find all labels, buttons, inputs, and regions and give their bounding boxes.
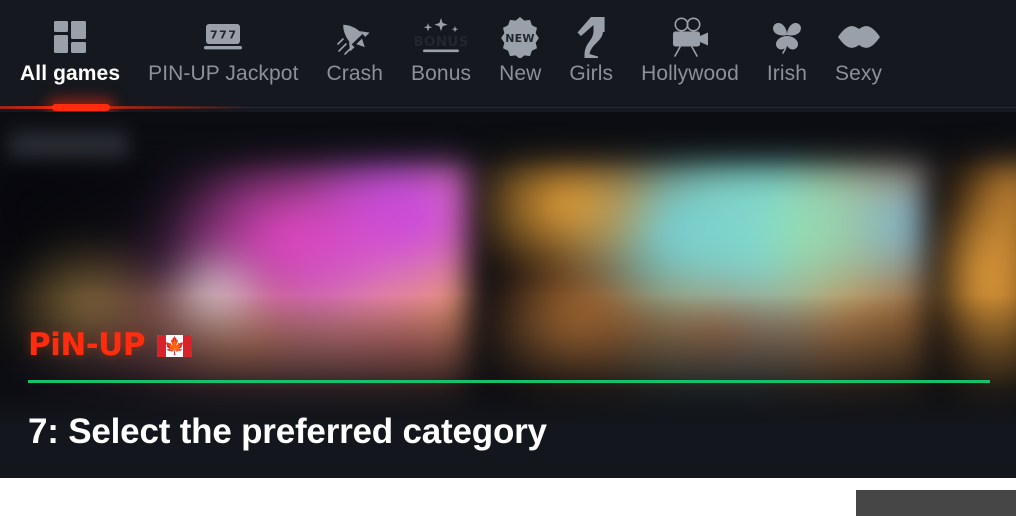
- nav-item-crash[interactable]: Crash: [313, 0, 398, 86]
- clover-icon: [767, 14, 807, 60]
- category-chip-blurred[interactable]: [10, 130, 128, 162]
- slot-777-icon: 7 7 7: [202, 14, 244, 60]
- nav-item-label: Bonus: [411, 62, 472, 85]
- active-tab-indicator: [52, 104, 110, 111]
- casino-app-window: All games 7 7 7 PIN-UP Jackpot Crash BON…: [0, 0, 1016, 478]
- nav-item-label: New: [499, 62, 542, 85]
- nav-item-all-games[interactable]: All games: [6, 0, 134, 86]
- brand-logo-row: PiN-UP 🍁: [28, 327, 193, 363]
- nav-item-label: Crash: [326, 62, 384, 85]
- svg-text:NEW: NEW: [506, 32, 535, 45]
- nav-item-label: Hollywood: [641, 62, 739, 85]
- nav-item-irish[interactable]: Irish: [753, 0, 821, 86]
- screenshot-root: All games 7 7 7 PIN-UP Jackpot Crash BON…: [0, 0, 1016, 530]
- step-caption: 7: Select the preferred category: [28, 412, 547, 451]
- nav-item-new[interactable]: NEW New: [485, 0, 555, 86]
- nav-item-sexy[interactable]: Sexy: [821, 0, 896, 86]
- banner-card-2-art: [484, 164, 932, 409]
- nav-item-label: PIN-UP Jackpot: [148, 62, 299, 85]
- movie-camera-icon: [668, 14, 712, 60]
- high-heel-leg-icon: [573, 14, 609, 60]
- banner-card-2[interactable]: [484, 164, 932, 409]
- nav-item-pin-up-jackpot[interactable]: 7 7 7 PIN-UP Jackpot: [134, 0, 312, 86]
- nav-item-label: All games: [20, 62, 121, 85]
- pin-up-logo: PiN-UP: [28, 327, 146, 363]
- banner-card-3-art: [936, 164, 1016, 409]
- canada-flag-icon: 🍁: [157, 334, 193, 357]
- svg-text:7: 7: [219, 29, 227, 42]
- lips-icon: [836, 14, 882, 60]
- nav-item-label: Girls: [569, 62, 614, 85]
- svg-text:7: 7: [210, 29, 218, 42]
- nav-item-bonus[interactable]: BONUS Bonus: [397, 0, 485, 86]
- nav-item-label: Irish: [766, 62, 808, 85]
- active-tab-glow: [0, 106, 250, 109]
- nav-item-hollywood[interactable]: Hollywood: [627, 0, 753, 86]
- maple-leaf-glyph: 🍁: [163, 336, 186, 355]
- banner-card-3[interactable]: [936, 164, 1016, 409]
- new-badge-icon: NEW: [499, 14, 541, 60]
- rocket-icon: [334, 14, 376, 60]
- svg-text:7: 7: [229, 29, 237, 42]
- banner-card-1[interactable]: [0, 164, 470, 409]
- category-nav-bar[interactable]: All games 7 7 7 PIN-UP Jackpot Crash BON…: [0, 0, 1016, 112]
- bottom-gray-bar: [856, 490, 1016, 516]
- green-divider: [28, 380, 990, 383]
- nav-item-label: Sexy: [835, 62, 883, 85]
- nav-item-girls[interactable]: Girls: [555, 0, 627, 86]
- bonus-sparkle-icon: BONUS: [415, 14, 467, 60]
- grid-icon: [51, 14, 89, 60]
- svg-text:BONUS: BONUS: [415, 34, 467, 50]
